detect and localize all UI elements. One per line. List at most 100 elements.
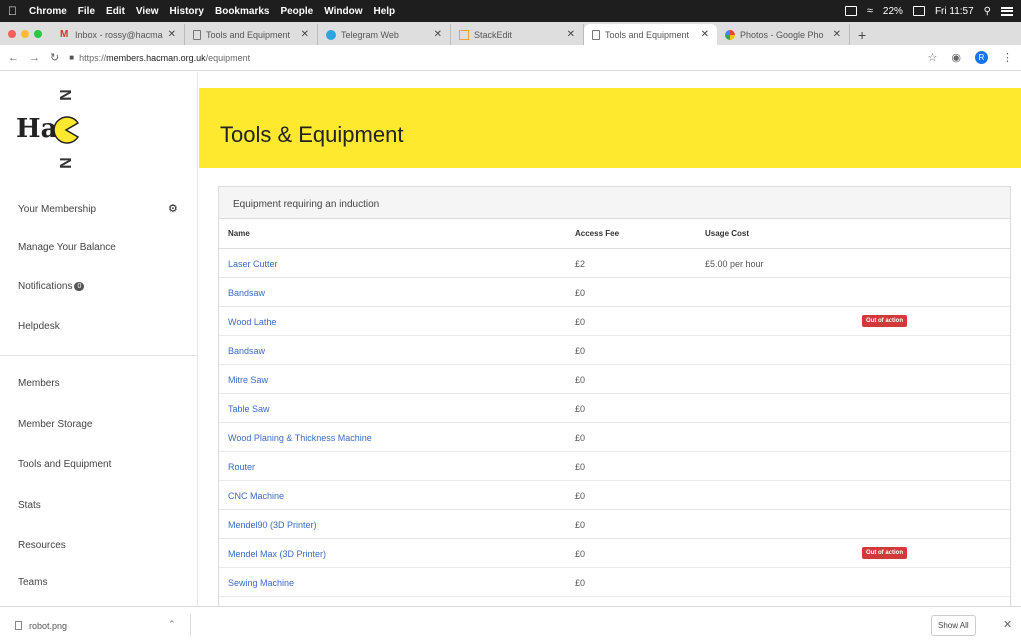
close-tab-icon[interactable]: ✕ (701, 29, 709, 40)
close-window-button[interactable] (8, 29, 16, 38)
access-fee: £2 (575, 259, 586, 269)
menu-people[interactable]: People (280, 6, 313, 17)
menu-window[interactable]: Window (324, 6, 362, 17)
toolbar-actions: ☆ ◉ R ⋮ (928, 51, 1013, 64)
equipment-name-link[interactable]: Router (228, 462, 255, 472)
table-row: Wood Lathe £0 Out of action (219, 307, 1010, 336)
sidebar-item-tools-equipment[interactable]: Tools and Equipment (18, 459, 111, 470)
equipment-name-link[interactable]: Sewing Machine (228, 578, 294, 588)
menubar-status-area: ≈ 22% Fri 11:57 ⚲ (844, 5, 1013, 17)
page-header: Tools & Equipment (199, 88, 1021, 168)
window-controls (8, 22, 42, 45)
chrome-menu-icon[interactable]: ⋮ (1002, 51, 1013, 64)
gmail-icon: M (60, 28, 69, 40)
new-tab-button[interactable]: + (850, 24, 874, 45)
equipment-name-link[interactable]: Wood Planing & Thickness Machine (228, 433, 372, 443)
back-arrow-icon[interactable]: ← (8, 52, 19, 64)
zoom-window-button[interactable] (34, 29, 42, 38)
close-tab-icon[interactable]: ✕ (301, 29, 309, 40)
show-all-button[interactable]: Show All (931, 615, 976, 636)
menu-bookmarks[interactable]: Bookmarks (215, 6, 269, 17)
menubar-clock[interactable]: Fri 11:57 (935, 6, 974, 17)
table-row: Mendel90 (3D Printer) £0 (219, 510, 1010, 539)
equipment-name-link[interactable]: Bandsaw (228, 288, 265, 298)
spotlight-search-icon[interactable]: ⚲ (984, 6, 991, 17)
address-bar-url[interactable]: https://members.hacman.org.uk/equipment (79, 53, 927, 63)
equipment-panel: Equipment requiring an induction Name Ac… (218, 186, 1011, 606)
gear-icon[interactable]: ⚙ (168, 202, 178, 215)
lock-icon[interactable]: ■ (69, 53, 74, 62)
status-badge: Out of action (862, 315, 907, 327)
equipment-name-link[interactable]: Mendel90 (3D Printer) (228, 520, 317, 530)
equipment-name-link[interactable]: Table Saw (228, 404, 270, 414)
equipment-name-link[interactable]: CNC Machine (228, 491, 284, 501)
battery-percent[interactable]: 22% (883, 6, 903, 17)
access-fee: £0 (575, 491, 586, 501)
table-row: Wood Planing & Thickness Machine £0 (219, 423, 1010, 452)
access-fee: £0 (575, 433, 586, 443)
bookmark-star-icon[interactable]: ☆ (928, 51, 938, 64)
table-row: Bandsaw £0 (219, 336, 1010, 365)
table-row: Bandsaw £0 (219, 278, 1010, 307)
tab-label: StackEdit (474, 29, 513, 40)
menu-app-chrome[interactable]: Chrome (29, 6, 67, 17)
battery-icon[interactable] (912, 6, 925, 16)
close-tab-icon[interactable]: ✕ (168, 29, 176, 40)
sidebar-item-teams[interactable]: Teams (18, 577, 47, 588)
profile-avatar[interactable]: R (975, 51, 988, 64)
wifi-icon[interactable]: ≈ (867, 5, 873, 17)
equipment-name-link[interactable]: Mendel Max (3D Printer) (228, 549, 326, 559)
tab-gmail[interactable]: M Inbox - rossy@hacma ✕ (52, 24, 185, 45)
sidebar-item-stats[interactable]: Stats (18, 500, 41, 511)
sidebar-item-notifications[interactable]: Notifications 0 (18, 281, 85, 292)
sidebar-item-manage-balance[interactable]: Manage Your Balance (18, 242, 116, 253)
page-title: Tools & Equipment (220, 122, 404, 147)
sidebar-item-your-membership[interactable]: Your Membership (18, 204, 96, 215)
sidebar-item-resources[interactable]: Resources (18, 540, 66, 551)
status-badge: Out of action (862, 547, 907, 559)
close-tab-icon[interactable]: ✕ (567, 29, 575, 40)
equipment-name-link[interactable]: Bandsaw (228, 346, 265, 356)
apple-icon[interactable]:  (8, 4, 17, 18)
download-filename[interactable]: robot.png (29, 621, 67, 631)
table-row: Sewing Machine £0 (219, 568, 1010, 597)
equipment-name-link[interactable]: Wood Lathe (228, 317, 276, 327)
minimize-window-button[interactable] (21, 29, 29, 38)
macos-menu-bar:  Chrome File Edit View History Bookmark… (0, 0, 1021, 22)
tab-stackedit[interactable]: StackEdit ✕ (451, 24, 584, 45)
sidebar-item-label: Notifications (18, 281, 73, 292)
access-fee: £0 (575, 578, 586, 588)
airplay-icon[interactable] (844, 6, 857, 16)
menu-file[interactable]: File (78, 6, 95, 17)
sidebar-item-helpdesk[interactable]: Helpdesk (18, 321, 60, 332)
sidebar-item-member-storage[interactable]: Member Storage (18, 419, 92, 430)
tab-tools-and-equipment-active[interactable]: Tools and Equipment ✕ (584, 24, 717, 45)
tab-label: Tools and Equipment (605, 29, 690, 40)
close-tab-icon[interactable]: ✕ (833, 29, 841, 40)
tab-google-photos[interactable]: Photos - Google Pho ✕ (717, 24, 850, 45)
menu-view[interactable]: View (136, 6, 159, 17)
table-row: Router £0 (219, 452, 1010, 481)
hackspace-logo[interactable]: N Ha N (16, 86, 126, 176)
sidebar-item-members[interactable]: Members (18, 378, 60, 389)
close-icon[interactable]: ✕ (1003, 618, 1012, 631)
access-fee: £0 (575, 317, 586, 327)
extension-icon[interactable]: ◉ (951, 51, 961, 64)
menu-edit[interactable]: Edit (106, 6, 125, 17)
notification-center-icon[interactable] (1001, 6, 1013, 16)
equipment-name-link[interactable]: Laser Cutter (228, 259, 278, 269)
equipment-name-link[interactable]: Mitre Saw (228, 375, 268, 385)
tab-label: Inbox - rossy@hacma (75, 29, 163, 40)
tab-tools-and-equipment[interactable]: Tools and Equipment ✕ (185, 24, 318, 45)
tab-label: Telegram Web (341, 29, 399, 40)
logo-bottom-letter: N (55, 157, 73, 169)
download-shelf: robot.png ⌃ Show All ✕ (0, 606, 1021, 641)
tab-telegram[interactable]: Telegram Web ✕ (318, 24, 451, 45)
reload-icon[interactable]: ↻ (50, 51, 59, 64)
menu-history[interactable]: History (170, 6, 204, 17)
close-tab-icon[interactable]: ✕ (434, 29, 442, 40)
url-path: /equipment (205, 52, 251, 63)
chevron-up-icon[interactable]: ⌃ (168, 619, 176, 630)
forward-arrow-icon[interactable]: → (29, 52, 40, 64)
menu-help[interactable]: Help (373, 6, 395, 17)
